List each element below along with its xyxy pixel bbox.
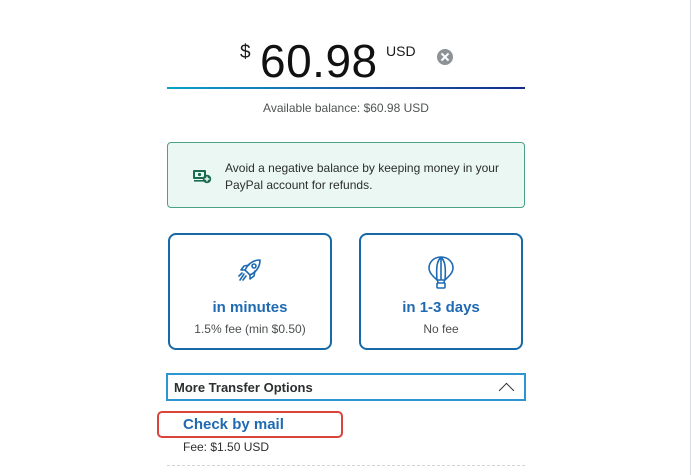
standard-transfer-option[interactable]: in 1-3 days No fee	[359, 233, 523, 350]
chevron-up-icon[interactable]	[498, 382, 515, 399]
divider	[167, 465, 525, 466]
more-transfer-options-label: More Transfer Options	[174, 380, 313, 395]
rocket-icon	[235, 255, 265, 290]
instant-transfer-fee: 1.5% fee (min $0.50)	[194, 322, 306, 336]
notice-text: Avoid a negative balance by keeping mone…	[225, 161, 499, 192]
more-transfer-options-toggle[interactable]: More Transfer Options	[166, 373, 526, 401]
money-refund-icon	[192, 168, 212, 184]
standard-transfer-title: in 1-3 days	[402, 299, 480, 316]
check-by-mail-title[interactable]: Check by mail	[183, 416, 284, 433]
instant-transfer-title: in minutes	[212, 299, 288, 316]
hot-air-balloon-icon	[427, 255, 455, 294]
check-by-mail-option[interactable]: Check by mail	[157, 411, 343, 438]
amount-input[interactable]: 60.98	[260, 34, 378, 88]
clear-amount-icon[interactable]	[437, 49, 453, 65]
check-by-mail-fee: Fee: $1.50 USD	[183, 440, 270, 454]
currency-symbol: $	[240, 42, 251, 63]
instant-transfer-option[interactable]: in minutes 1.5% fee (min $0.50)	[168, 233, 332, 350]
refund-notice: Avoid a negative balance by keeping mone…	[167, 142, 525, 208]
standard-transfer-fee: No fee	[423, 322, 459, 336]
amount-underline	[167, 87, 525, 89]
currency-code: USD	[386, 43, 416, 59]
amount-field[interactable]: $ 60.98 USD	[167, 28, 525, 90]
available-balance: Available balance: $60.98 USD	[263, 101, 429, 115]
